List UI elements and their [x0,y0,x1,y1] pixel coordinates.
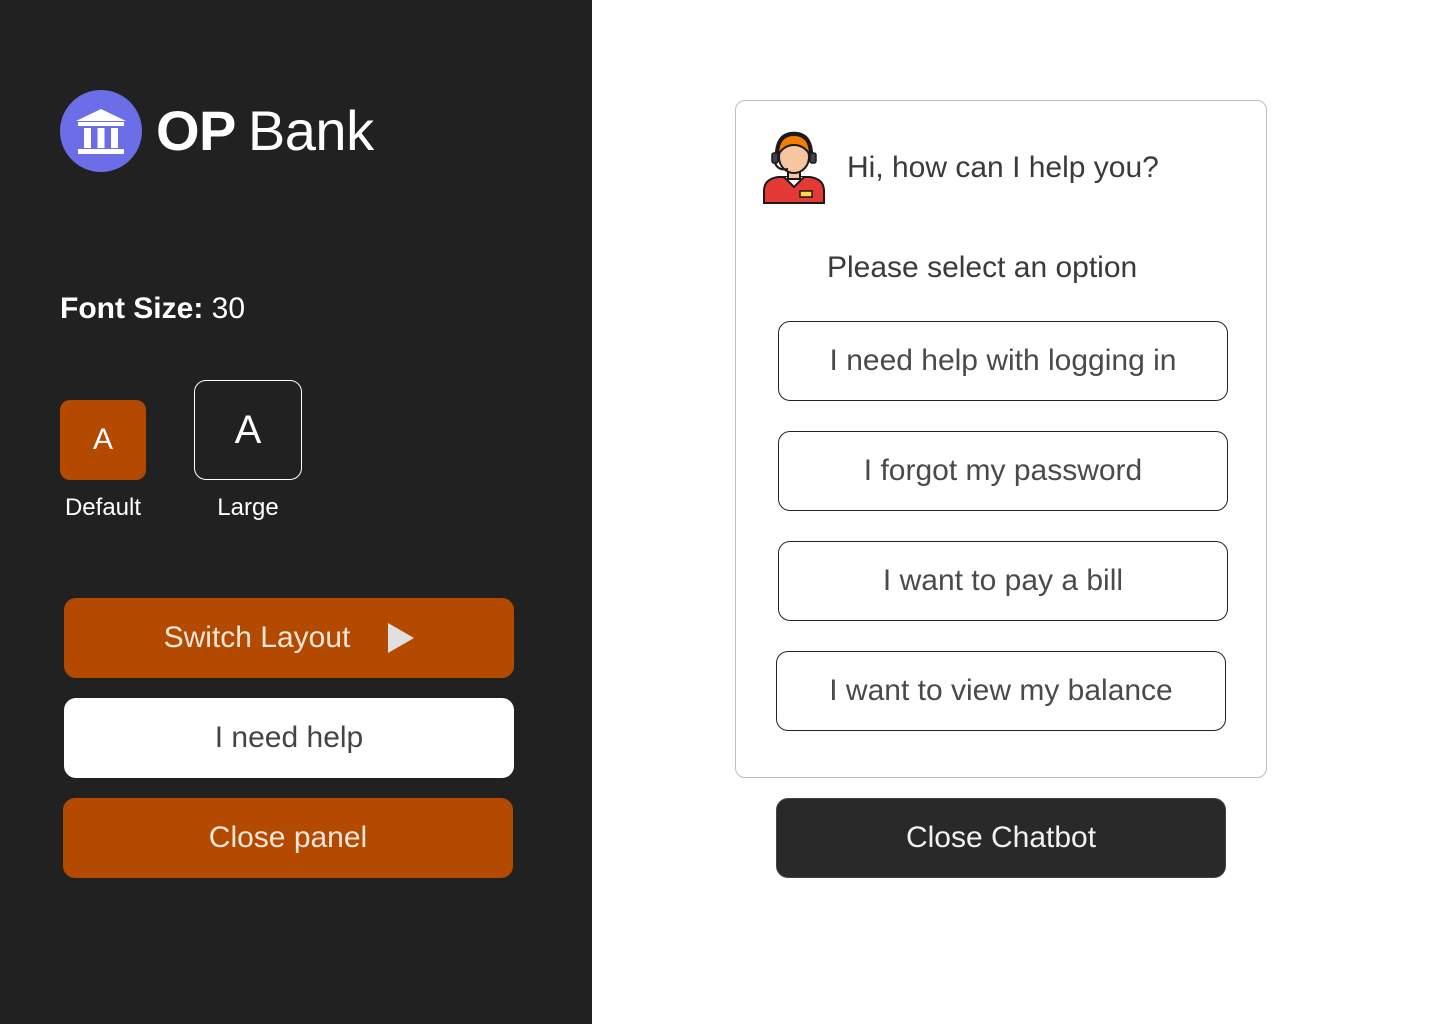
close-panel-button[interactable]: Close panel [63,798,513,878]
font-size-large-caption: Large [217,494,279,521]
brand-name-regular: Bank [247,99,374,162]
switch-layout-label: Switch Layout [163,621,351,654]
font-size-option-large: A Large [194,380,302,522]
switch-layout-button[interactable]: Switch Layout [64,598,514,678]
need-help-label: I need help [214,721,364,754]
font-size-default-caption: Default [64,494,142,521]
brand-name: OP Bank [156,90,374,172]
font-size-default-button[interactable]: A [60,400,146,480]
font-size-value: 30 [211,292,246,325]
brand: OP Bank [60,90,374,172]
need-help-button[interactable]: I need help [64,698,514,778]
font-size-large-button[interactable]: A [194,380,302,480]
accessibility-panel: OP Bank Font Size: 30 A Default A Large S… [0,0,592,1024]
bank-building-icon [60,90,142,172]
close-chatbot-button[interactable]: Close Chatbot [776,798,1226,878]
support-agent-headset-icon [760,131,828,205]
brand-name-bold: OP [156,99,236,162]
option-view-balance-button[interactable]: I want to view my balance [776,651,1226,731]
chatbot-prompt: Please select an option [827,251,1138,284]
play-icon [388,623,415,653]
chatbot-window: Hi, how can I help you? Please select an… [735,100,1267,778]
font-size-option-default: A Default [60,400,146,522]
chatbot-greeting: Hi, how can I help you? [847,151,1159,184]
page: OP Bank Font Size: 30 A Default A Large S… [0,0,1440,1024]
font-size-indicator: Font Size: 30 [60,292,245,326]
option-login-help-button[interactable]: I need help with logging in [778,321,1228,401]
close-chatbot-label: Close Chatbot [905,821,1097,854]
font-size-label: Font Size: [60,292,204,325]
option-forgot-password-button[interactable]: I forgot my password [778,431,1228,511]
option-pay-bill-button[interactable]: I want to pay a bill [778,541,1228,621]
close-panel-label: Close panel [208,821,368,854]
